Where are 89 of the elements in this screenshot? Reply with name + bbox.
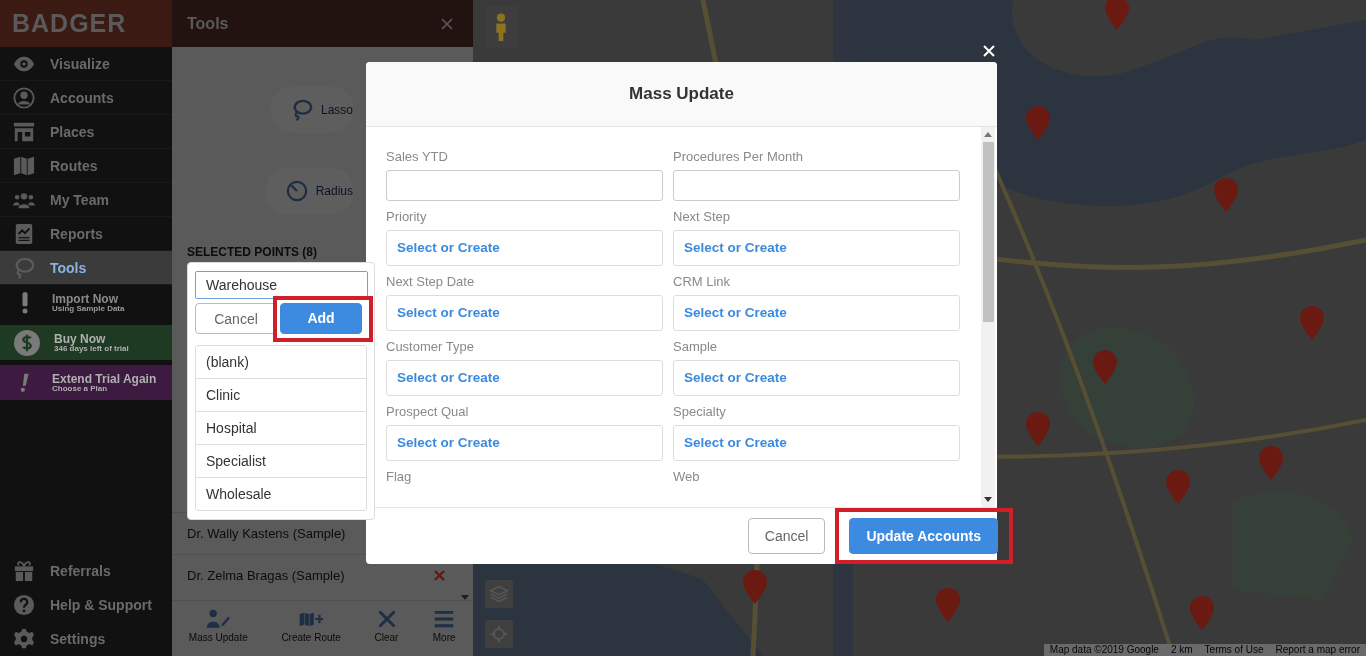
promo-subtitle: Choose a Plan (52, 384, 109, 393)
nav-item[interactable]: Settings (0, 622, 172, 656)
attribution-text: Terms of Use (1204, 644, 1264, 656)
field-label: Specialty (673, 403, 727, 420)
nav-label: Settings (50, 631, 106, 647)
promo-item[interactable]: Extend Trial Again Choose a Plan (0, 365, 172, 400)
nav-item[interactable]: Routes (0, 149, 172, 183)
help-icon (12, 594, 36, 616)
tool-button[interactable]: Lasso (270, 87, 353, 133)
nav-item[interactable]: Tools (0, 251, 172, 285)
field-label: Web (673, 468, 701, 485)
option-item[interactable]: Specialist (196, 444, 366, 477)
select-field[interactable]: Select or Create (386, 229, 663, 266)
action-button[interactable]: Mass Update (188, 609, 248, 643)
field-label: Flag (386, 468, 413, 485)
select-field[interactable]: Select or Create (386, 294, 663, 331)
settings-icon (12, 628, 36, 650)
select-field[interactable]: Select or Create (386, 359, 663, 396)
add-button[interactable]: Add (280, 302, 362, 334)
nav-label: Places (50, 123, 95, 140)
logo-text: BADGER (12, 9, 127, 38)
nav-item[interactable]: Places (0, 115, 172, 149)
input-field[interactable]: Warehouse (195, 271, 368, 299)
nav-label: Accounts (50, 89, 114, 106)
promo-title: Buy Now (54, 332, 107, 345)
option-item[interactable]: Hospital (196, 411, 366, 444)
user-icon (12, 86, 36, 109)
attribution-text: 2 km (1170, 644, 1193, 656)
dialog-title: Mass Update (629, 83, 734, 104)
nav-label: Reports (50, 225, 103, 242)
scroll-arrow-icon[interactable] (461, 595, 469, 600)
scroll-down-icon[interactable] (984, 497, 992, 502)
field-label: CRM Link (673, 273, 732, 290)
gift-icon (12, 560, 36, 582)
select-field[interactable]: Select or Create (386, 424, 663, 461)
nav-item[interactable]: Visualize (0, 47, 172, 81)
dollar-icon (14, 329, 40, 356)
scroll-up-icon[interactable] (984, 131, 992, 137)
point-name: Dr. Wally Kastens (Sample) (187, 526, 346, 541)
promo-title: Import Now (52, 292, 119, 305)
nav-item[interactable]: My Team (0, 183, 172, 217)
panel-title: Tools (187, 14, 229, 33)
promo-item[interactable]: Buy Now 346 days left of trial (0, 325, 172, 360)
tool-button[interactable]: Radius (265, 168, 353, 214)
action-button[interactable]: Clear (374, 609, 399, 643)
store-icon (12, 120, 36, 143)
option-item[interactable]: Clinic (196, 378, 366, 411)
field-label: Sales YTD (386, 148, 449, 165)
input-field[interactable] (386, 169, 663, 201)
select-field[interactable]: Select or Create (673, 424, 960, 461)
nav-label: Tools (50, 259, 87, 276)
layers-icon[interactable] (485, 580, 513, 608)
attribution-text: Map data ©2019 Google (1049, 644, 1159, 656)
field-label: Procedures Per Month (673, 148, 805, 165)
action-button[interactable]: More (432, 609, 457, 643)
nav-item[interactable]: Help & Support (0, 588, 172, 622)
update-button[interactable]: Update Accounts (849, 518, 998, 554)
point-name: Dr. Zelma Bragas (Sample) (187, 568, 345, 583)
section-title: SELECTED POINTS (8) (187, 245, 317, 261)
nav-label: Referrals (50, 563, 111, 579)
field-label: Customer Type (386, 338, 475, 355)
field-label: Sample (673, 338, 719, 355)
radius-icon (285, 180, 308, 202)
input-field[interactable] (673, 169, 960, 201)
option-item[interactable]: Wholesale (196, 477, 366, 510)
select-field[interactable]: Select or Create (673, 294, 960, 331)
select-field[interactable]: Select or Create (673, 359, 960, 396)
remove-icon[interactable] (434, 570, 445, 581)
cancel-button[interactable]: Cancel (747, 518, 826, 554)
nav-label: Routes (50, 157, 98, 174)
attribution-text: Report a map error (1275, 644, 1360, 656)
promo-title: Extend Trial Again (52, 372, 157, 385)
field-label: Next Step Date (386, 273, 476, 290)
user-edit-icon (206, 609, 231, 629)
field-label: Prospect Qual (386, 403, 470, 420)
exclamation-icon (20, 290, 30, 315)
nav-label: Visualize (50, 55, 110, 72)
select-field[interactable]: Select or Create (673, 229, 960, 266)
map-icon (12, 154, 36, 177)
field-label: Next Step (673, 208, 732, 225)
scrollbar[interactable] (981, 126, 995, 507)
nav-item[interactable]: Accounts (0, 81, 172, 115)
nav-label: My Team (50, 191, 109, 208)
nav-label: Help & Support (50, 597, 152, 613)
nav-item[interactable]: Referrals (0, 554, 172, 588)
option-item[interactable]: (blank) (196, 346, 366, 378)
action-button[interactable]: Create Route (281, 609, 341, 643)
field-label: Priority (386, 208, 428, 225)
locate-icon[interactable] (485, 620, 513, 648)
